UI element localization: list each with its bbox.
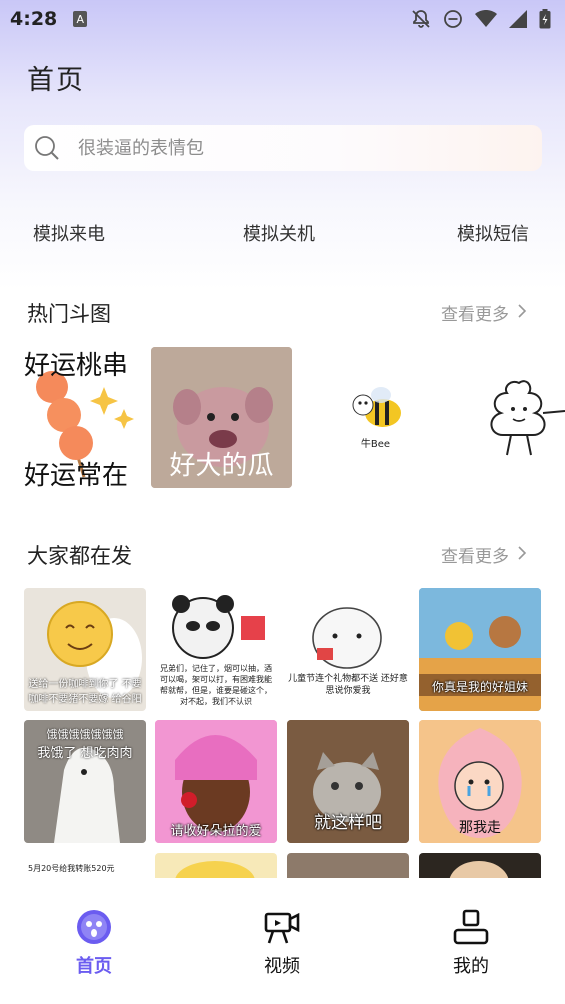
sticker-tile[interactable] (155, 853, 277, 878)
tab-home[interactable]: 首页 (49, 908, 139, 978)
sticker-tile[interactable] (287, 853, 409, 878)
sticker-caption: 请收好朵拉的爱 (170, 824, 262, 839)
do-not-disturb-icon (443, 9, 463, 29)
peach-bottom-text: 好运常在 (24, 461, 129, 488)
keyboard-status-icon: A (73, 11, 88, 27)
hot-sticker-big-melon[interactable]: 好大的瓜 (151, 347, 292, 488)
hot-more-link[interactable]: 查看更多 (441, 300, 527, 325)
chevron-right-icon (517, 303, 527, 323)
sticker-caption: 送给一份咖啡到你了 不要咖啡不要猪不要嫁 给谷阳 (28, 679, 142, 705)
popular-sticker-grid: 送给一份咖啡到你了 不要咖啡不要猪不要嫁 给谷阳 兄弟们，记住了，烟可以抽，酒可… (24, 588, 544, 878)
tab-label: 我的 (453, 956, 489, 977)
status-bar: 4:28 A (0, 0, 565, 38)
sticker-caption: 儿童节连个礼物都不送 还好意思说你爱我 (288, 674, 408, 696)
simulate-shutdown-button[interactable]: 模拟关机 (243, 220, 315, 246)
more-label: 查看更多 (441, 547, 509, 567)
sticker-caption: 兄弟们，记住了，烟可以抽，酒可以喝，架可以打，有困难我能帮就帮，但是，谁要是碰这… (160, 664, 272, 706)
video-camera-icon (263, 908, 301, 950)
duck-image (175, 861, 255, 878)
battery-icon (539, 9, 551, 29)
wifi-icon (475, 10, 497, 28)
tab-label: 视频 (264, 956, 300, 977)
big-melon-caption: 好大的瓜 (169, 451, 274, 481)
poop-doodle-image (490, 380, 565, 456)
sticker-caption: 那我走 (459, 820, 501, 836)
chevron-right-icon (517, 545, 527, 565)
hot-sticker-niubee[interactable]: 牛Bee (305, 347, 446, 488)
sticker-tile[interactable]: 就这样吧 (287, 720, 409, 843)
hot-section-header: 热门斗图 查看更多 (0, 298, 565, 328)
simulate-sms-button[interactable]: 模拟短信 (457, 220, 529, 246)
sticker-caption: 你真是我的好姐妹 (431, 680, 528, 694)
sticker-tile[interactable]: 儿童节连个礼物都不送 还好意思说你爱我 (287, 588, 409, 711)
signal-icon (509, 10, 527, 28)
bottom-tab-bar: 首页 视频 我的 (0, 878, 565, 1004)
sticker-tile[interactable]: 那我走 (419, 720, 541, 843)
sticker-tile[interactable]: 请收好朵拉的爱 (155, 720, 277, 843)
tab-mine[interactable]: 我的 (426, 908, 516, 978)
popular-section-header: 大家都在发 查看更多 (0, 540, 565, 570)
search-input[interactable] (78, 137, 478, 159)
hot-sticker-row: 好运桃串 好运常在 好大的瓜 牛Bee (24, 347, 565, 488)
popular-more-link[interactable]: 查看更多 (441, 542, 527, 567)
tab-label: 首页 (76, 956, 112, 977)
popular-section-title: 大家都在发 (27, 544, 132, 568)
sticker-tile[interactable] (419, 853, 541, 878)
hot-sticker-poop[interactable] (459, 347, 565, 488)
search-icon (34, 135, 60, 161)
bee-image (352, 387, 401, 427)
simulate-call-button[interactable]: 模拟来电 (33, 220, 105, 246)
sticker-tile[interactable]: 送给一份咖啡到你了 不要咖啡不要猪不要嫁 给谷阳 (24, 588, 146, 711)
notifications-off-icon (411, 9, 431, 29)
tab-video[interactable]: 视频 (237, 908, 327, 978)
sticker-mid-text: 我饿了 想吃肉肉 (37, 746, 133, 761)
status-time: 4:28 (10, 8, 58, 30)
profile-icon (452, 908, 490, 950)
quick-actions: 模拟来电 模拟关机 模拟短信 (0, 220, 565, 248)
face-icon (75, 908, 113, 950)
page-title: 首页 (27, 65, 85, 96)
status-icons (411, 9, 551, 29)
sticker-tile[interactable]: 你真是我的好姐妹 (419, 588, 541, 711)
sticker-caption: 5月20号给我转账520元 (28, 864, 115, 873)
sticker-caption: 就这样吧 (314, 813, 382, 833)
peach-top-text: 好运桃串 (24, 351, 129, 381)
sticker-tile[interactable]: 饿饿饿饿饿饿饿 我饿了 想吃肉肉 (24, 720, 146, 843)
more-label: 查看更多 (441, 305, 509, 325)
face-image (449, 861, 509, 878)
hot-sticker-peach-skewer[interactable]: 好运桃串 好运常在 (24, 347, 165, 488)
hot-section-title: 热门斗图 (27, 302, 111, 326)
sticker-tile[interactable]: 兄弟们，记住了，烟可以抽，酒可以喝，架可以打，有困难我能帮就帮，但是，谁要是碰这… (155, 588, 277, 711)
search-bar[interactable] (24, 125, 542, 171)
sticker-tile[interactable]: 5月20号给我转账520元 (24, 853, 146, 878)
niubee-caption: 牛Bee (360, 439, 391, 450)
sticker-top-text: 饿饿饿饿饿饿饿 (46, 728, 124, 741)
